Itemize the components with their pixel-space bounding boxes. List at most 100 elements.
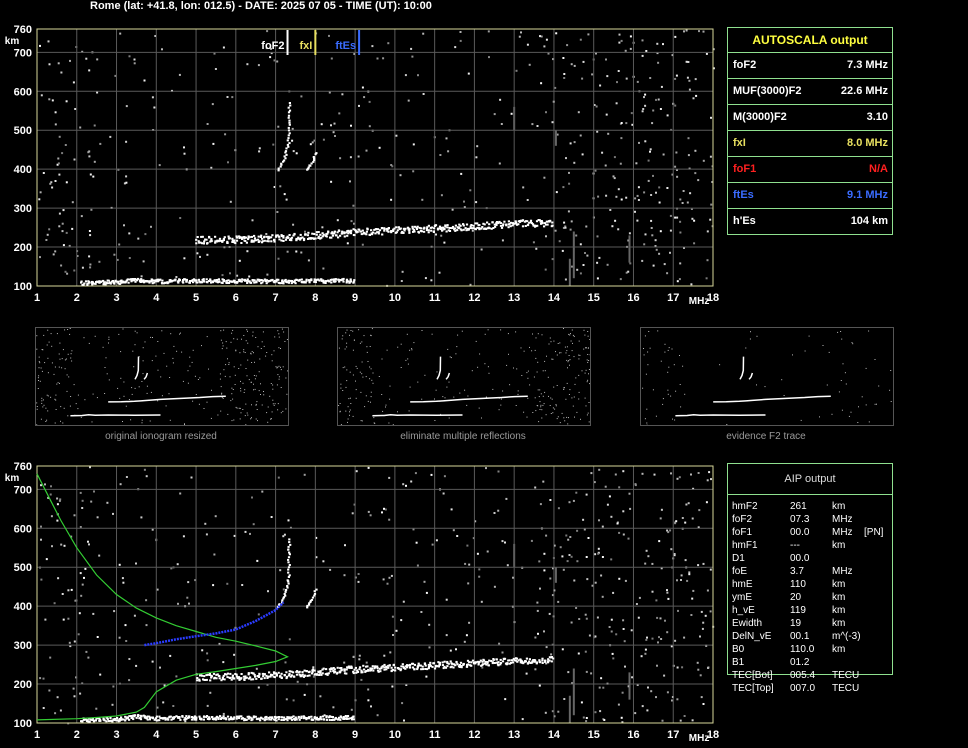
noise-speckle [38, 375, 40, 377]
noise-speckle [282, 410, 284, 412]
noise-speckle [857, 422, 859, 423]
noise-speckle [73, 384, 75, 386]
trace-point [244, 236, 247, 239]
trace-point [307, 231, 310, 234]
noise-speckle [449, 356, 451, 358]
noise-speckle [726, 424, 728, 425]
x-tick-label: 10 [389, 292, 401, 304]
trace-point [343, 669, 346, 672]
noise-speckle [231, 420, 233, 422]
noise-speckle [345, 332, 347, 334]
trace-point [161, 717, 164, 720]
aip-cell: 00.0 [790, 527, 810, 538]
trace-point [491, 221, 494, 224]
trace-point [452, 666, 455, 669]
trace-point [287, 568, 290, 571]
trace-point [417, 230, 420, 233]
noise-speckle [347, 406, 349, 408]
trace-point [294, 716, 297, 719]
trace-point [342, 277, 345, 280]
noise-speckle [277, 330, 279, 332]
noise-speckle [220, 339, 222, 341]
noise-speckle [865, 367, 867, 369]
trace-point [387, 230, 390, 233]
noise-speckle [349, 414, 350, 416]
param-value: 104 km [850, 215, 888, 227]
trace-point [114, 280, 117, 283]
trace-point [98, 719, 102, 722]
trace-point [120, 279, 123, 282]
trace-point [427, 231, 430, 234]
noise-speckle [40, 418, 42, 420]
trace-point [349, 278, 352, 281]
trace-point [126, 716, 130, 719]
noise-speckle [221, 392, 223, 394]
trace-point [205, 678, 208, 681]
trace-point [284, 590, 287, 593]
thumb-trace [108, 395, 226, 403]
noise-speckle [548, 343, 550, 345]
noise-speckle [569, 359, 571, 361]
f2-cusp-ordinary [276, 538, 292, 608]
trace-point [88, 720, 91, 723]
trace-point [295, 279, 298, 281]
trace-point [357, 228, 360, 231]
noise-speckle [152, 337, 153, 338]
noise-speckle [571, 329, 573, 331]
noise-speckle [45, 421, 47, 422]
trace-point [107, 279, 110, 282]
trace-point [319, 233, 322, 236]
trace-point [536, 224, 539, 227]
trace-point [128, 718, 131, 721]
noise-speckle [756, 384, 757, 386]
noise-speckle [355, 365, 357, 367]
noise-speckle [230, 341, 232, 343]
trace-point [127, 281, 130, 284]
noise-speckle [56, 383, 58, 385]
noise-speckle [352, 415, 354, 417]
trace-point [277, 718, 280, 721]
trace-point [541, 659, 544, 662]
trace-point [339, 234, 342, 237]
trace-point [521, 225, 525, 228]
trace-point [179, 718, 182, 721]
noise-speckle [477, 366, 479, 368]
noise-speckle [369, 366, 371, 368]
noise-speckle [563, 328, 564, 329]
trace-point [535, 220, 539, 223]
noise-speckle [227, 358, 228, 360]
noise-speckle [84, 399, 86, 401]
trace-point [544, 659, 547, 662]
noise-speckle [198, 403, 200, 405]
x-tick-label: 2 [74, 292, 80, 304]
trace-point [476, 222, 479, 225]
noise-speckle [586, 347, 587, 349]
noise-speckle [63, 407, 65, 409]
trace-point [550, 660, 553, 663]
noise-speckle [668, 347, 670, 349]
trace-point [185, 278, 188, 281]
x-tick-label: 11 [429, 292, 441, 304]
noise-speckle [55, 399, 57, 401]
noise-speckle [527, 377, 529, 379]
noise-speckle [239, 352, 241, 354]
trace-point [280, 162, 283, 165]
noise-speckle [247, 330, 248, 332]
aip-cell: 20 [790, 592, 802, 603]
trace-point [526, 220, 529, 223]
noise-speckle [273, 404, 275, 406]
noise-speckle [370, 335, 372, 337]
trace-point [420, 227, 423, 230]
noise-speckle [565, 398, 567, 400]
noise-speckle [248, 379, 250, 381]
y-tick-label: 100 [14, 281, 32, 293]
noise-speckle [674, 419, 676, 421]
trace-point [548, 659, 551, 662]
trace-point [202, 280, 205, 282]
noise-speckle [444, 397, 446, 399]
trace-point [390, 666, 393, 669]
trace-point [383, 666, 386, 669]
x-tick-label: 16 [627, 729, 639, 741]
noise-speckle [568, 360, 570, 361]
aip-row: TEC[Top] 007.0 TECU [732, 682, 932, 695]
